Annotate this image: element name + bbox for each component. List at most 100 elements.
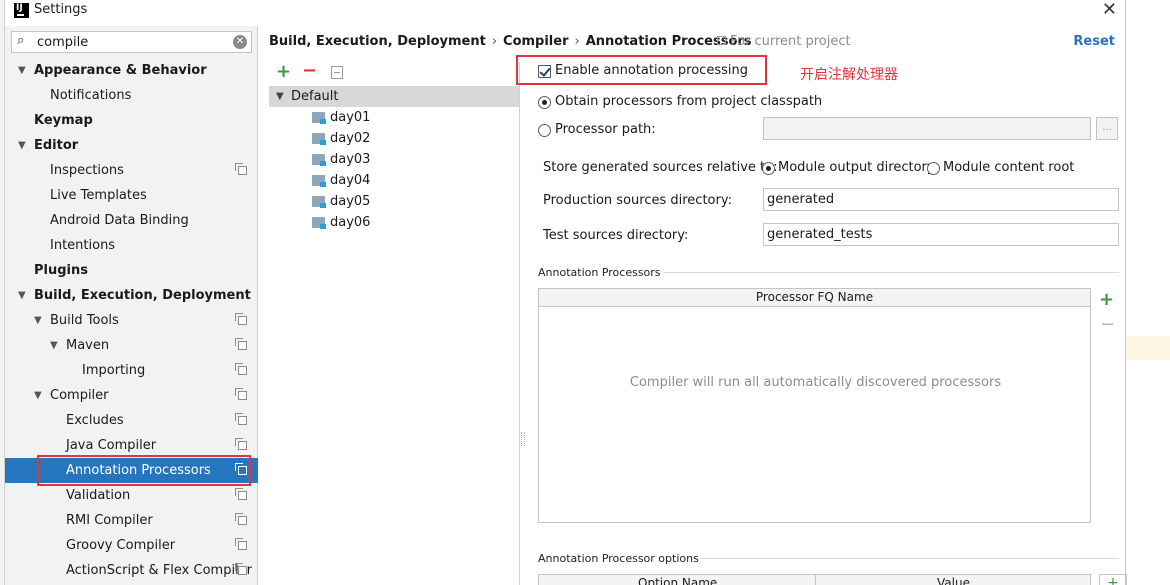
chevron-down-icon[interactable]: ▼ [18, 283, 26, 308]
sidebar-item-label: Excludes [66, 413, 124, 428]
reset-link[interactable]: Reset [1073, 34, 1115, 49]
remove-profile-icon[interactable]: − [302, 60, 317, 81]
module-item[interactable]: day05 [269, 191, 519, 212]
add-option-icon[interactable]: + [1099, 574, 1127, 585]
sidebar-item[interactable]: Validation [5, 483, 258, 508]
sidebar-item[interactable]: Java Compiler [5, 433, 258, 458]
module-output-radio[interactable] [762, 162, 775, 175]
sidebar-item-label: Annotation Processors [66, 463, 211, 478]
project-scope-text: For current project [730, 34, 851, 49]
module-icon [312, 133, 326, 145]
enable-processing-checkbox[interactable] [538, 65, 551, 78]
module-content-radio[interactable] [927, 162, 940, 175]
sidebar-item[interactable]: Annotation Processors [5, 458, 258, 483]
sidebar-item-label: Java Compiler [66, 438, 157, 453]
chevron-down-icon[interactable]: ▼ [34, 383, 42, 408]
sidebar-item[interactable]: Groovy Compiler [5, 533, 258, 558]
options-table[interactable]: Option Name Value [538, 574, 1091, 585]
processors-table[interactable]: Processor FQ Name Compiler will run all … [538, 288, 1091, 523]
sidebar-item[interactable]: Inspections [5, 158, 258, 183]
breadcrumb-separator: › [491, 34, 498, 49]
chevron-down-icon[interactable]: ▼ [18, 133, 26, 158]
chevron-down-icon[interactable]: ▼ [18, 58, 26, 83]
background-window-right [1125, 0, 1170, 585]
add-profile-icon[interactable]: + [276, 61, 291, 82]
production-dir-label: Production sources directory: [543, 193, 732, 208]
sidebar-item-label: Build Tools [50, 313, 119, 328]
sidebar-item-label: Maven [66, 338, 110, 353]
module-icon [312, 175, 326, 187]
breadcrumb-item: Compiler [503, 34, 569, 49]
processor-path-radio[interactable] [538, 124, 551, 137]
obtain-from-classpath-radio[interactable] [538, 96, 551, 109]
production-dir-field[interactable]: generated [763, 188, 1119, 211]
chevron-down-icon: ▼ [276, 91, 284, 102]
sidebar-item[interactable]: Android Data Binding [5, 208, 258, 233]
module-label: day01 [330, 110, 371, 125]
sidebar-item[interactable]: ▼ Build Tools [5, 308, 258, 333]
settings-dialog: IJ Settings ✕ ⌕ compile ✕ ▼ Appearance & … [5, 0, 1127, 585]
sidebar-item[interactable]: ActionScript & Flex Compiler [5, 558, 258, 583]
move-to-profile-icon[interactable] [331, 66, 343, 79]
sidebar-item[interactable]: Intentions [5, 233, 258, 258]
profile-default[interactable]: ▼ Default [269, 86, 519, 107]
processor-path-label: Processor path: [555, 122, 656, 137]
sidebar-item[interactable]: Importing [5, 358, 258, 383]
sidebar-item[interactable]: Notifications [5, 83, 258, 108]
sidebar-item-label: Intentions [50, 238, 116, 253]
sidebar-item-label: RMI Compiler [66, 513, 153, 528]
sidebar-item[interactable]: ▼ Appearance & Behavior [5, 58, 258, 83]
chevron-down-icon[interactable]: ▼ [50, 333, 58, 358]
sidebar-item[interactable]: ▼ Maven [5, 333, 258, 358]
options-section-title: Annotation Processor options [538, 552, 699, 565]
module-item[interactable]: day02 [269, 128, 519, 149]
module-label: day04 [330, 173, 371, 188]
project-scope-icon [235, 313, 247, 325]
project-scope-label: For current project [717, 34, 851, 49]
sidebar-item[interactable]: Live Templates [5, 183, 258, 208]
close-icon[interactable]: ✕ [1102, 0, 1117, 20]
sidebar-item-label: Android Data Binding [50, 213, 189, 228]
sidebar-item[interactable]: RMI Compiler [5, 508, 258, 533]
sidebar-item-label: Importing [82, 363, 146, 378]
option-value-header[interactable]: Value [937, 575, 970, 585]
browse-button[interactable]: ... [1096, 117, 1118, 140]
profile-modules: day01 day02 day03 day04 day05 day06 [269, 107, 519, 233]
processors-empty-text: Compiler will run all automatically disc… [629, 375, 1002, 390]
module-icon [312, 112, 326, 124]
annotation-processor-form: Enable annotation processing 开启注解处理器 Obt… [516, 52, 1127, 585]
search-input[interactable]: ⌕ compile ✕ [11, 31, 252, 53]
project-scope-icon [235, 463, 247, 475]
test-dir-field[interactable]: generated_tests [763, 223, 1119, 246]
sidebar-item[interactable]: ▼ Compiler [5, 383, 258, 408]
processor-path-field[interactable] [763, 117, 1091, 140]
sidebar-item[interactable]: Plugins [5, 258, 258, 283]
option-name-header[interactable]: Option Name [638, 575, 717, 585]
clear-search-icon[interactable]: ✕ [233, 35, 247, 49]
module-output-label: Module output directory [778, 160, 935, 175]
annotation-note: 开启注解处理器 [800, 67, 898, 83]
sidebar-item[interactable]: ▼ Build, Execution, Deployment [5, 283, 258, 308]
project-scope-icon [235, 338, 247, 350]
module-label: day06 [330, 215, 371, 230]
chevron-down-icon[interactable]: ▼ [34, 308, 42, 333]
search-value: compile [37, 35, 89, 50]
module-icon [312, 217, 326, 229]
project-scope-icon [235, 388, 247, 400]
module-item[interactable]: day06 [269, 212, 519, 233]
add-processor-icon[interactable]: + [1099, 289, 1114, 310]
module-icon [312, 154, 326, 166]
module-item[interactable]: day03 [269, 149, 519, 170]
processors-section-title: Annotation Processors [538, 266, 661, 279]
background-highlight [1126, 336, 1170, 360]
processors-column-header[interactable]: Processor FQ Name [539, 289, 1090, 307]
module-content-label: Module content root [943, 160, 1075, 175]
sidebar-item[interactable]: Excludes [5, 408, 258, 433]
module-item[interactable]: day04 [269, 170, 519, 191]
module-item[interactable]: day01 [269, 107, 519, 128]
sidebar-item[interactable]: ▼ Editor [5, 133, 258, 158]
project-scope-icon [717, 36, 726, 45]
sidebar-item[interactable]: Keymap [5, 108, 258, 133]
settings-tree: ▼ Appearance & Behavior Notifications Keyma… [5, 58, 258, 583]
sidebar-item-label: ActionScript & Flex Compiler [66, 563, 253, 578]
